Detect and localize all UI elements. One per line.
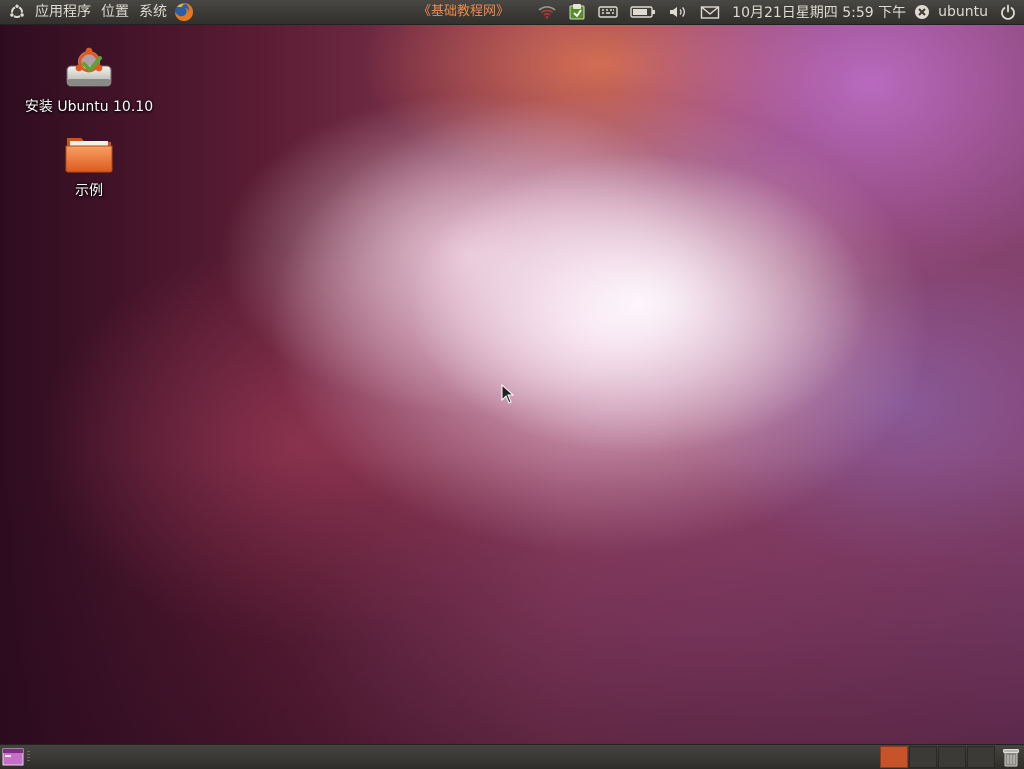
user-status-icon[interactable] (914, 0, 934, 24)
menu-applications[interactable]: 应用程序 (30, 0, 96, 24)
bottom-panel (0, 744, 1024, 769)
desktop-icon-install-ubuntu[interactable]: 安装 Ubuntu 10.10 (24, 46, 154, 116)
folder-icon (64, 130, 114, 176)
wifi-icon[interactable] (532, 0, 562, 24)
menu-bar: 应用程序 位置 系统 (0, 0, 196, 24)
clock[interactable]: 10月21日星期四 5:59 下午 (726, 0, 914, 24)
ubuntu-logo-icon[interactable] (4, 0, 30, 24)
installer-drive-icon (64, 46, 114, 92)
desktop-icon-label: 示例 (75, 183, 103, 199)
workspace-1[interactable] (880, 746, 908, 768)
desktop-icon-label: 安装 Ubuntu 10.10 (24, 99, 154, 115)
update-manager-icon[interactable] (562, 0, 592, 24)
show-desktop-icon[interactable] (2, 747, 24, 767)
keyboard-icon[interactable] (592, 0, 624, 24)
workspace-3[interactable] (938, 746, 966, 768)
battery-icon[interactable] (624, 0, 662, 24)
workspace-4[interactable] (967, 746, 995, 768)
panel-drag-handle[interactable] (27, 751, 30, 763)
volume-icon[interactable] (662, 0, 694, 24)
user-name[interactable]: ubuntu (934, 0, 996, 24)
workspace-switcher[interactable] (880, 746, 996, 768)
trash-icon[interactable] (1000, 746, 1022, 768)
menu-places[interactable]: 位置 (96, 0, 134, 24)
menu-system[interactable]: 系统 (134, 0, 172, 24)
power-icon[interactable] (996, 0, 1024, 24)
mouse-pointer (501, 384, 515, 404)
firefox-icon[interactable] (172, 0, 196, 24)
desktop-background[interactable]: 安装 Ubuntu 10.10 示例 (0, 24, 1024, 744)
indicator-area: 10月21日星期四 5:59 下午 ubuntu (532, 0, 1024, 24)
workspace-2[interactable] (909, 746, 937, 768)
desktop-icon-examples[interactable]: 示例 (24, 130, 154, 200)
top-panel: 应用程序 位置 系统 《基础教程网》 10月21日星期四 5:59 下午 ubu… (0, 0, 1024, 25)
envelope-icon[interactable] (694, 0, 726, 24)
panel-center-text: 《基础教程网》 (418, 4, 510, 19)
